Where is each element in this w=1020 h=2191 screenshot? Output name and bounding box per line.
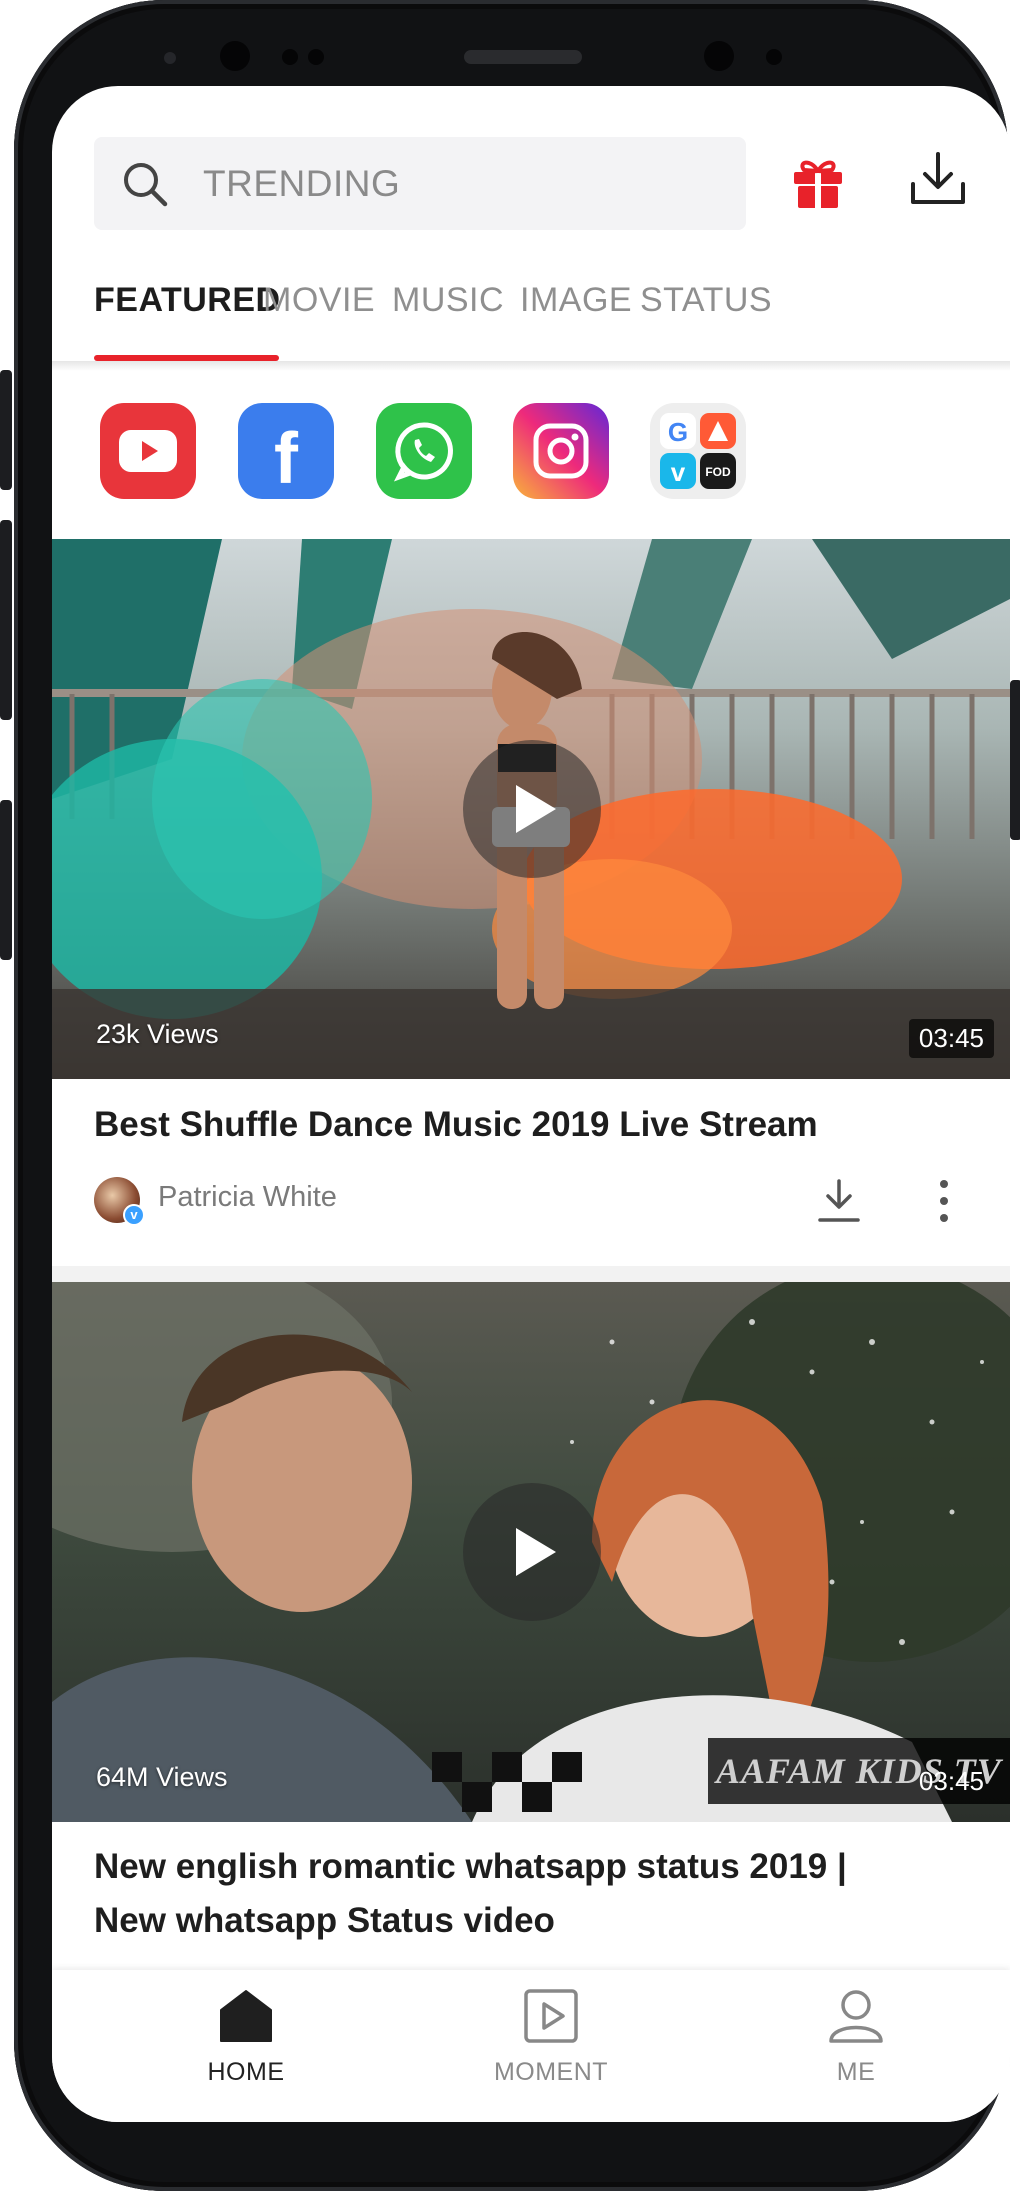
nav-me[interactable]: ME: [756, 1970, 956, 2122]
tabs-divider: [52, 361, 1010, 371]
download-icon[interactable]: [908, 150, 968, 210]
category-tabs: FEATURED MOVIE MUSIC IMAGE STATUS: [52, 266, 1010, 362]
nav-home[interactable]: HOME: [146, 1970, 346, 2122]
play-icon: [516, 1528, 556, 1576]
view-count: 64M Views: [96, 1762, 228, 1792]
video-duration: 03:45: [918, 1766, 984, 1796]
nav-moment[interactable]: MOMENT: [451, 1970, 651, 2122]
tab-status[interactable]: STATUS: [640, 281, 772, 320]
app-screen: TRENDING FEATURED MOVIE MUSIC IMAGE STAT…: [52, 86, 1010, 2122]
nav-me-label: ME: [836, 2058, 876, 2086]
facebook-icon[interactable]: f: [238, 403, 334, 499]
play-button[interactable]: [463, 740, 601, 878]
more-options-icon[interactable]: [936, 1178, 952, 1224]
front-camera: [220, 41, 250, 71]
phone-side-button: [0, 800, 12, 960]
nav-home-label: HOME: [207, 2058, 285, 2086]
gift-icon[interactable]: [790, 154, 846, 210]
view-count: 23k Views: [96, 1019, 219, 1049]
tab-movie[interactable]: MOVIE: [263, 281, 375, 320]
whatsapp-icon[interactable]: [376, 403, 472, 499]
author-name[interactable]: Patricia White: [158, 1181, 337, 1214]
phone-side-button: [1010, 680, 1020, 840]
instagram-icon[interactable]: [513, 403, 609, 499]
home-icon: [220, 1990, 272, 2042]
video-thumbnail[interactable]: 23k Views 03:45: [52, 539, 1010, 1079]
phone-side-button: [0, 370, 12, 490]
tab-image[interactable]: IMAGE: [520, 281, 632, 320]
video-title[interactable]: Best Shuffle Dance Music 2019 Live Strea…: [94, 1098, 818, 1152]
tab-music[interactable]: MUSIC: [392, 281, 504, 320]
verified-badge: v: [123, 1204, 145, 1226]
video-title-line: New english romantic whatsapp status 201…: [94, 1847, 847, 1886]
iris-scanner: [704, 41, 734, 71]
sensor-dot: [282, 49, 298, 65]
search-bar[interactable]: TRENDING: [94, 137, 746, 230]
download-icon[interactable]: [816, 1178, 862, 1224]
sensor-dot: [766, 49, 782, 65]
sensor-dot: [308, 49, 324, 65]
profile-icon: [829, 1990, 883, 2043]
card-divider: [52, 1266, 1010, 1282]
sensor-dot: [164, 52, 176, 64]
svg-text:FOD: FOD: [705, 465, 731, 479]
tab-featured[interactable]: FEATURED: [94, 281, 281, 320]
svg-text:v: v: [671, 457, 686, 487]
video-title[interactable]: New english romantic whatsapp status 201…: [94, 1840, 847, 1948]
phone-frame: TRENDING FEATURED MOVIE MUSIC IMAGE STAT…: [0, 0, 1020, 2191]
play-icon: [516, 785, 556, 833]
speaker-grille: [464, 50, 582, 64]
moment-icon: [524, 1989, 578, 2043]
phone-side-button: [0, 520, 12, 720]
svg-text:G: G: [668, 417, 688, 447]
bottom-navigation: HOME MOMENT ME: [52, 1970, 1010, 2122]
play-button[interactable]: [463, 1483, 601, 1621]
video-duration: 03:45: [908, 1019, 994, 1058]
search-icon: [124, 163, 168, 207]
video-thumbnail[interactable]: AAFAM KIDS TV 64M Views 03:45: [52, 1282, 1010, 1822]
search-placeholder: TRENDING: [203, 163, 401, 204]
more-apps-icon[interactable]: G v FOD: [650, 403, 746, 499]
youtube-icon[interactable]: [100, 403, 196, 499]
facebook-glyph: f: [274, 419, 298, 499]
nav-moment-label: MOMENT: [493, 2058, 609, 2086]
video-title-line: New whatsapp Status video: [94, 1901, 555, 1940]
